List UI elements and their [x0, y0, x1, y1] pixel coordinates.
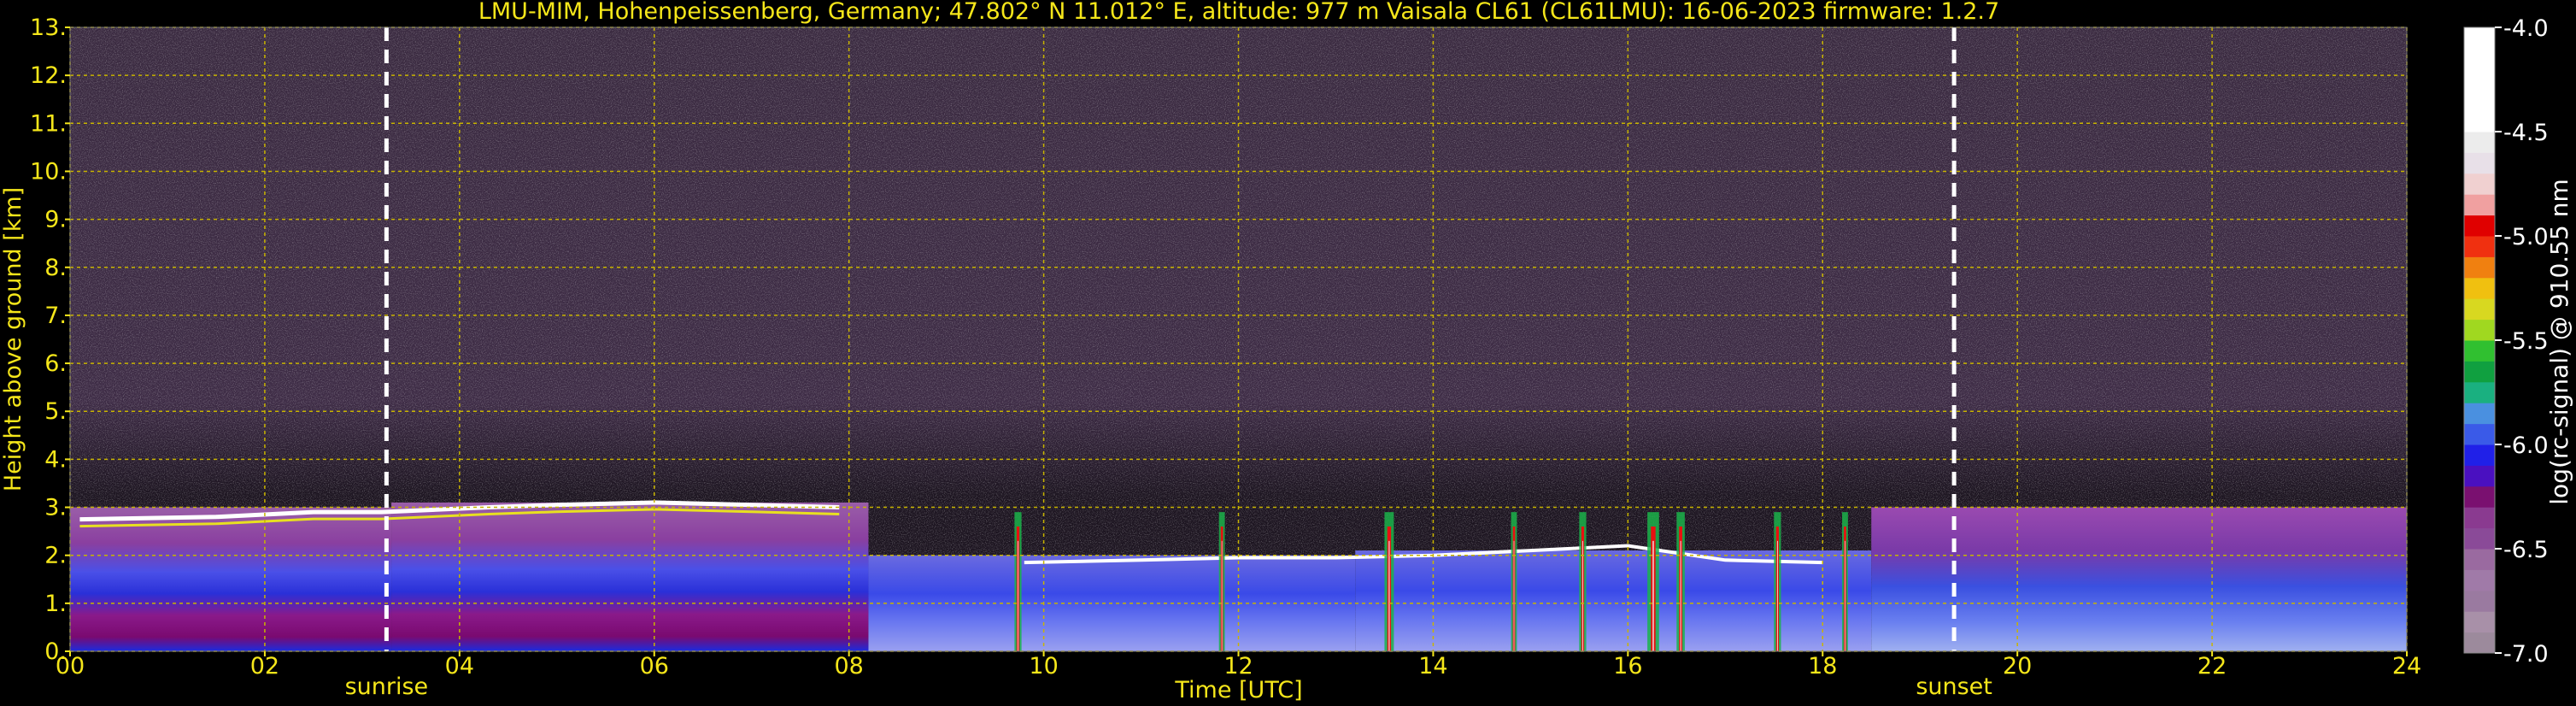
plume-core: [1513, 540, 1515, 651]
y-tick-label: 4.: [44, 446, 67, 473]
colorbar-band: [2464, 403, 2495, 425]
colorbar-tick-labels: -4.0 -4.5 -5.0 -5.5 -6.0 -6.5 -7.0: [2495, 15, 2549, 668]
colorbar-band: [2464, 319, 2495, 341]
plume-core: [1776, 540, 1778, 651]
plume-core: [1221, 540, 1223, 651]
colorbar-band: [2464, 236, 2495, 257]
y-tick-label: 13.: [30, 15, 67, 41]
colorbar-band: [2464, 632, 2495, 654]
y-tick-label: 11.: [30, 110, 67, 137]
colorbar-tick-label: -5.5: [2503, 328, 2549, 355]
x-tick-label: 08: [834, 653, 863, 680]
colorbar-tick-label: -4.5: [2503, 120, 2549, 146]
aerosol-layer: [70, 507, 392, 651]
colorbar-band: [2464, 173, 2495, 195]
colorbar-band: [2464, 256, 2495, 279]
colorbar-band: [2464, 465, 2495, 487]
y-tick-label: 3.: [44, 495, 67, 521]
colorbar-band: [2464, 444, 2495, 466]
y-tick-label: 6.: [44, 350, 67, 377]
colorbar-band: [2464, 611, 2495, 633]
colorbar-tick-label: -5.0: [2503, 224, 2549, 250]
sunrise-label: sunrise: [345, 674, 429, 700]
colorbar-tick-label: -7.0: [2503, 641, 2549, 668]
y-tick-label: 1.: [44, 591, 67, 617]
x-tick-label: 18: [1808, 653, 1837, 680]
y-tick-label: 2.: [44, 543, 67, 569]
plume-core: [1652, 540, 1654, 651]
x-tick-label: 20: [2003, 653, 2032, 680]
colorbar-band: [2464, 527, 2495, 550]
x-tick-label: 12: [1223, 653, 1253, 680]
x-tick-label: 04: [445, 653, 474, 680]
colorbar-band: [2464, 569, 2495, 591]
colorbar-tick-label: -6.5: [2503, 537, 2549, 563]
y-tick-label: 0.: [44, 638, 67, 665]
y-tick-label: 7.: [44, 303, 67, 329]
y-axis-label: Height above ground [km]: [0, 187, 26, 491]
x-tick-label: 10: [1029, 653, 1058, 680]
y-tick-label: 5.: [44, 398, 67, 425]
y-tick-labels: 0. 1. 2. 3. 4. 5. 6. 7. 8. 9. 10. 11. 12. 13.: [30, 15, 70, 665]
sunset-label: sunset: [1916, 674, 1992, 700]
colorbar-band: [2464, 549, 2495, 570]
y-tick-label: 12.: [30, 62, 67, 89]
colorbar-band: [2464, 277, 2495, 299]
colorbar-tick-label: -4.0: [2503, 15, 2549, 42]
ceilometer-chart: sunrise sunset 00 02 04 06 08 10 12 14 16 18 20 22 24…: [0, 0, 2573, 703]
x-tick-label: 22: [2198, 653, 2227, 680]
colorbar-band: [2464, 132, 2495, 153]
x-tick-label: 02: [250, 653, 279, 680]
colorbar-band: [2464, 340, 2495, 362]
y-tick-label: 9.: [44, 207, 67, 233]
colorbar-band: [2464, 194, 2495, 216]
colorbar: [2463, 26, 2496, 654]
y-tick-label: 8.: [44, 255, 67, 281]
aerosol-layer: [391, 502, 869, 651]
colorbar-band: [2464, 485, 2495, 508]
x-axis-label: Time [UTC]: [1174, 677, 1302, 703]
colorbar-band: [2464, 215, 2495, 237]
chart-title: LMU-MIM, Hohenpeissenberg, Germany; 47.8…: [478, 0, 1999, 25]
colorbar-band: [2464, 590, 2495, 612]
x-tick-label: 24: [2392, 653, 2421, 680]
x-tick-label: 16: [1613, 653, 1642, 680]
x-tick-label: 14: [1418, 653, 1447, 680]
colorbar-band: [2464, 381, 2495, 403]
colorbar-label: log(rc-signal) @ 910.55 nm: [2545, 179, 2573, 504]
aerosol-layer: [1871, 507, 2407, 651]
colorbar-band: [2464, 423, 2495, 445]
colorbar-tick-label: -6.0: [2503, 432, 2549, 459]
colorbar-band: [2464, 361, 2495, 383]
colorbar-band: [2464, 152, 2495, 174]
y-tick-label: 10.: [30, 158, 67, 185]
x-tick-label: 06: [640, 653, 669, 680]
colorbar-band: [2464, 298, 2495, 321]
colorbar-band: [2464, 27, 2495, 132]
plume-core: [1388, 540, 1390, 651]
colorbar-band: [2464, 507, 2495, 529]
plume-core: [1582, 540, 1583, 651]
